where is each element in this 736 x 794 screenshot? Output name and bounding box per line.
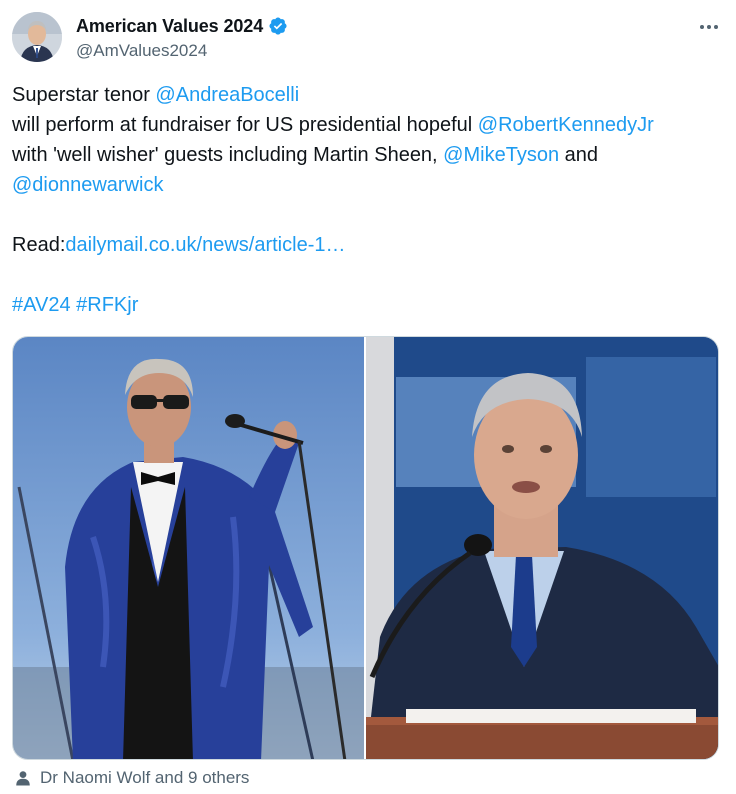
dot — [707, 25, 711, 29]
author-names: American Values 2024 @AmValues2024 — [76, 14, 288, 61]
text-span: with 'well wisher' guests including Mart… — [12, 144, 444, 166]
person-icon — [14, 769, 32, 787]
tweet-card: American Values 2024 @AmValues2024 Super… — [0, 0, 736, 794]
tweet-line-2: will perform at fundraiser for US presid… — [12, 110, 724, 140]
more-dots-icon[interactable] — [694, 16, 724, 38]
dot — [714, 25, 718, 29]
liked-by-text[interactable]: Dr Naomi Wolf and 9 others — [40, 768, 249, 788]
hashtag-link[interactable]: #AV24 — [12, 294, 71, 316]
tweet-read-line: Read:dailymail.co.uk/news/article-1… — [12, 230, 724, 260]
tweet-line-3: with 'well wisher' guests including Mart… — [12, 140, 724, 170]
tweet-media — [12, 336, 719, 760]
dot — [700, 25, 704, 29]
tweet-hashtags: #AV24 #RFKjr — [12, 290, 724, 320]
article-link[interactable]: dailymail.co.uk/news/article-1… — [65, 234, 345, 256]
mention-link[interactable]: @MikeTyson — [443, 144, 559, 166]
mention-link[interactable]: @RobertKennedyJr — [478, 114, 654, 136]
text-span: and — [559, 144, 598, 166]
tweet-line-4: @dionnewarwick — [12, 170, 724, 200]
tweet-text: Superstar tenor @AndreaBocelli will perf… — [12, 80, 724, 320]
display-name-row: American Values 2024 — [76, 14, 288, 38]
mention-link[interactable]: @dionnewarwick — [12, 174, 163, 196]
tweet-header: American Values 2024 @AmValues2024 — [12, 12, 724, 64]
text-span: Superstar tenor — [12, 84, 156, 106]
avatar[interactable] — [12, 12, 62, 62]
read-label: Read: — [12, 234, 66, 256]
display-name[interactable]: American Values 2024 — [76, 16, 263, 37]
author-handle[interactable]: @AmValues2024 — [76, 41, 288, 61]
liked-by-row[interactable]: Dr Naomi Wolf and 9 others — [14, 766, 249, 790]
verified-badge-icon[interactable] — [268, 16, 288, 36]
photo-speaker[interactable] — [366, 337, 718, 759]
tweet-line-1: Superstar tenor @AndreaBocelli — [12, 80, 724, 110]
hashtag-link[interactable]: #RFKjr — [76, 294, 138, 316]
mention-link[interactable]: @AndreaBocelli — [155, 84, 299, 106]
text-span: will perform at fundraiser for US presid… — [12, 114, 478, 136]
photo-singer[interactable] — [13, 337, 364, 759]
